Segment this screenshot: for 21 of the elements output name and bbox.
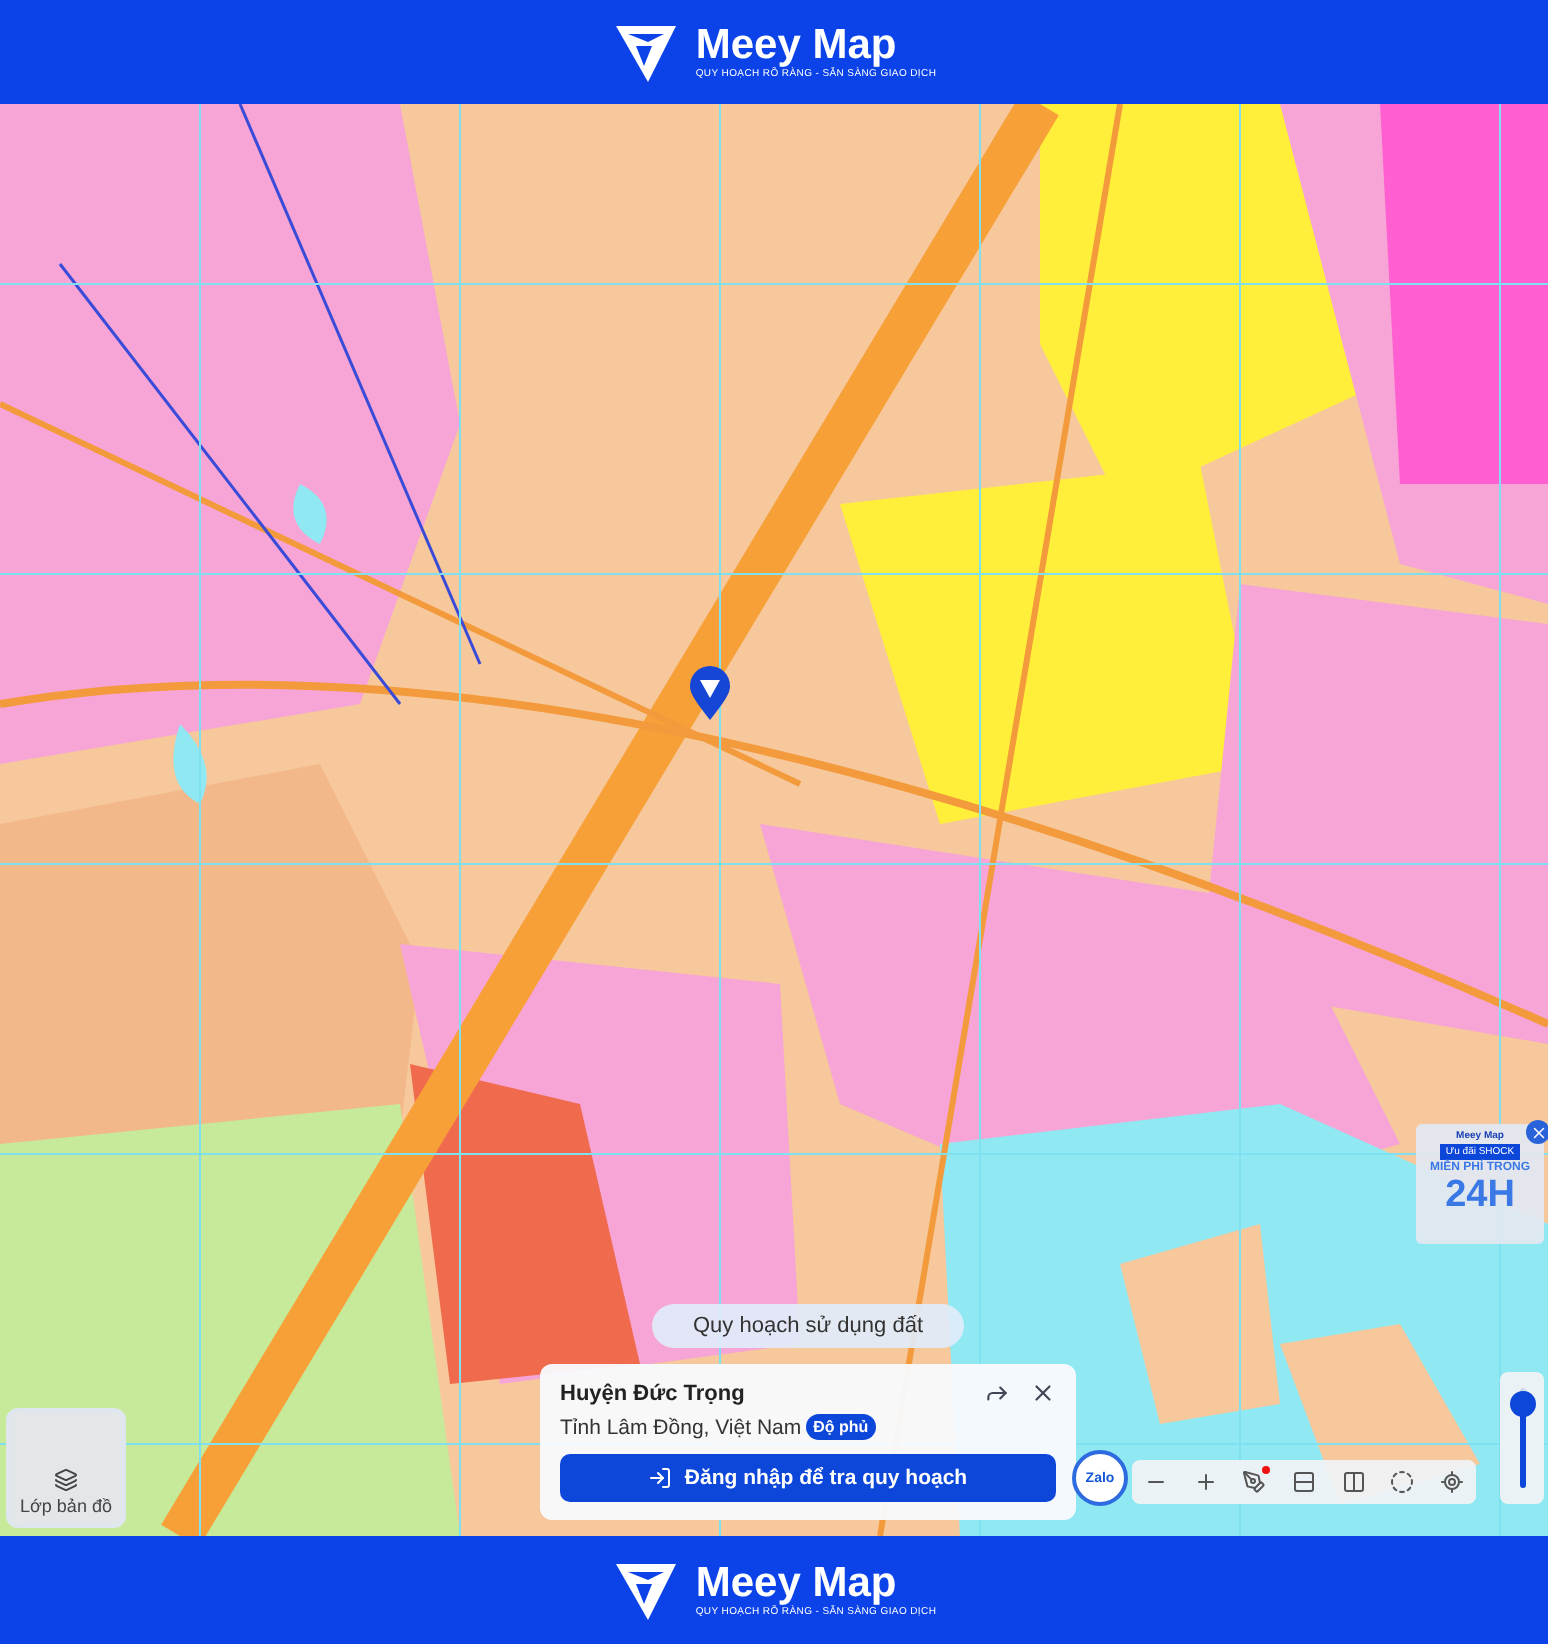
- coverage-badge: Độ phủ: [805, 1414, 877, 1440]
- login-icon: [648, 1466, 673, 1490]
- close-icon[interactable]: [1526, 1120, 1548, 1144]
- locate-icon[interactable]: [1439, 1470, 1464, 1494]
- place-title: Huyện Đức Trọng: [560, 1381, 745, 1405]
- location-pin-icon: [688, 666, 732, 722]
- brand-name: Meey Map: [695, 24, 899, 68]
- map-layer-button[interactable]: Lớp bản đồ: [6, 1408, 126, 1528]
- layers-icon: [54, 1468, 78, 1492]
- brand-name: Meey Map: [695, 1562, 899, 1606]
- login-button[interactable]: Đăng nhập để tra quy hoạch: [560, 1454, 1056, 1502]
- columns-icon[interactable]: [1341, 1470, 1366, 1494]
- zoom-in-icon[interactable]: [1193, 1470, 1218, 1494]
- draw-icon[interactable]: [1242, 1470, 1267, 1494]
- promo-headline: 24H: [1445, 1176, 1515, 1216]
- share-icon[interactable]: [984, 1380, 1010, 1406]
- close-icon[interactable]: [1030, 1380, 1056, 1406]
- rows-icon[interactable]: [1291, 1470, 1316, 1494]
- slider-thumb[interactable]: [1509, 1390, 1535, 1416]
- layer-chip[interactable]: Quy hoạch sử dụng đất: [652, 1304, 964, 1348]
- place-subtitle: Tỉnh Lâm Đồng, Việt Nam: [560, 1415, 802, 1439]
